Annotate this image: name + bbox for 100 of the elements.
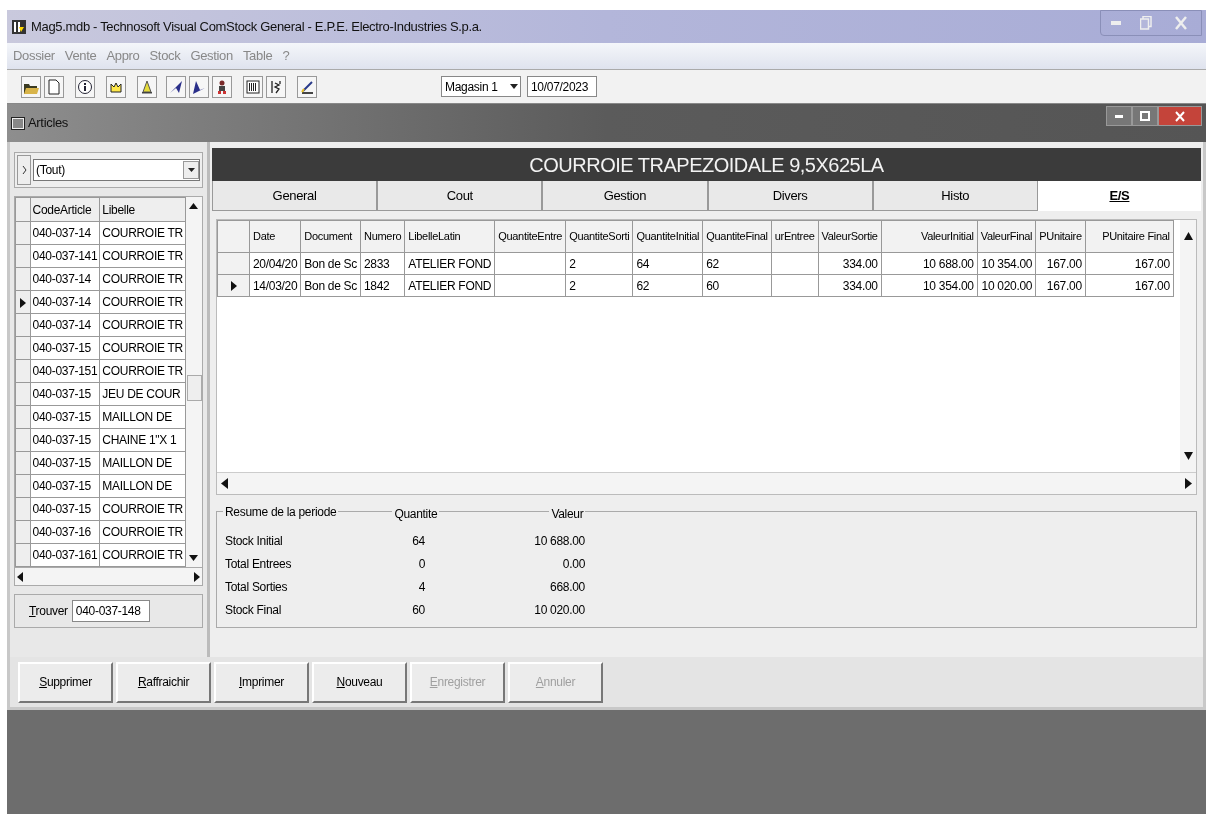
table-cell: 167.00: [1085, 274, 1174, 297]
value-amount: 10 688.00: [533, 532, 585, 550]
document-icon: [46, 78, 62, 95]
filter-dropdown[interactable]: (Tout): [33, 159, 200, 181]
table-cell: 10 354.00: [881, 274, 978, 297]
toolbar-button[interactable]: [212, 75, 232, 98]
table-cell: JEU DE COUR: [99, 382, 186, 406]
scroll-left-icon: [17, 571, 23, 582]
column-header[interactable]: QuantiteEntre: [494, 220, 566, 253]
column-header[interactable]: Libelle: [99, 197, 186, 222]
quantity-value: 64: [411, 532, 425, 550]
value-amount: 10 020.00: [533, 601, 585, 619]
table-cell: 167.00: [1035, 252, 1086, 275]
scroll-thumb[interactable]: [186, 375, 202, 401]
toolbar-button[interactable]: [21, 75, 41, 98]
table-cell: Bon de Sc: [300, 252, 361, 275]
column-header[interactable]: QuantiteSorti: [565, 220, 633, 253]
toolbar-button[interactable]: [266, 75, 286, 98]
table-cell: 040-037-15: [30, 474, 100, 498]
toolbar-button[interactable]: [243, 75, 263, 98]
table-cell: MAILLON DE: [99, 474, 186, 498]
tab[interactable]: General: [212, 181, 378, 211]
dropdown-arrow-icon: [510, 84, 518, 89]
horizontal-scrollbar[interactable]: [15, 567, 202, 585]
toolbar-button[interactable]: [189, 75, 209, 98]
table-cell: 040-037-161: [30, 543, 100, 567]
chevron-icon: [21, 166, 27, 174]
column-header[interactable]: QuantiteFinal: [702, 220, 772, 253]
toolbar-button[interactable]: [75, 75, 95, 98]
table-cell: COURROIE TR: [99, 221, 186, 245]
child-window-title: Articles: [28, 114, 69, 133]
row-pointer-icon: [230, 281, 237, 292]
column-header[interactable]: Numero: [360, 220, 405, 253]
articles-icon: [11, 116, 25, 130]
action-button[interactable]: Imprimer: [214, 661, 309, 703]
scroll-right-icon: [1185, 478, 1192, 489]
value-amount: 668.00: [549, 578, 585, 596]
quantity-value: 4: [417, 578, 425, 596]
column-header[interactable]: LibelleLatin: [404, 220, 495, 253]
action-button[interactable]: Supprimer: [18, 661, 113, 703]
action-button[interactable]: Raffraichir: [116, 661, 211, 703]
column-header[interactable]: ValeurFinal: [977, 220, 1036, 253]
scroll-up-icon: [1183, 232, 1193, 240]
table-cell: 040-037-15: [30, 336, 100, 360]
horizontal-scrollbar[interactable]: [217, 472, 1196, 494]
column-header[interactable]: ValeurInitial: [881, 220, 978, 253]
column-header[interactable]: Document: [300, 220, 361, 253]
action-button[interactable]: Nouveau: [312, 661, 407, 703]
toolbar-button[interactable]: [106, 75, 126, 98]
column-header[interactable]: PUnitaire Final: [1085, 220, 1174, 253]
tab[interactable]: E/S: [1037, 181, 1202, 211]
pen-icon: [299, 78, 315, 95]
scroll-up-icon: [189, 203, 199, 209]
table-cell: 040-037-15: [30, 405, 100, 429]
toolbar-button[interactable]: [297, 75, 317, 98]
dropdown-arrow-icon: [187, 168, 195, 172]
table-cell: ATELIER FOND: [404, 274, 495, 297]
table-cell: Bon de Sc: [300, 274, 361, 297]
table-cell: 040-037-16: [30, 520, 100, 544]
column-header[interactable]: CodeArticle: [30, 197, 100, 222]
value-amount: 0.00: [561, 555, 585, 573]
toolbar-button[interactable]: [137, 75, 157, 98]
store-dropdown[interactable]: Magasin 1: [441, 76, 521, 97]
table-cell: 62: [632, 274, 703, 297]
find-field[interactable]: 040-037-148: [71, 600, 150, 622]
table-cell: ATELIER FOND: [404, 252, 495, 275]
vertical-scrollbar[interactable]: [1180, 220, 1196, 472]
tab[interactable]: Histo: [872, 181, 1038, 211]
tab[interactable]: Gestion: [542, 181, 708, 211]
maximize-icon: [1140, 111, 1150, 121]
table-cell: MAILLON DE: [99, 451, 186, 475]
scroll-left-icon: [221, 478, 228, 489]
column-header[interactable]: ValeurSortie: [818, 220, 882, 253]
column-header[interactable]: QuantiteInitial: [632, 220, 703, 253]
table-cell: 2833: [360, 252, 405, 275]
table-cell: 040-037-15: [30, 382, 100, 406]
expand-button[interactable]: [17, 155, 31, 185]
column-header[interactable]: PUnitaire: [1035, 220, 1086, 253]
column-header[interactable]: urEntree: [771, 220, 819, 253]
maximize-button[interactable]: [1132, 106, 1158, 126]
table-cell: 20/04/20: [249, 252, 301, 275]
row-selector[interactable]: [217, 274, 250, 297]
column-header[interactable]: Date: [249, 220, 301, 253]
tab[interactable]: Divers: [707, 181, 873, 211]
header-cell: [217, 220, 250, 253]
toolbar-button[interactable]: [166, 75, 186, 98]
date-field[interactable]: 10/07/2023: [527, 76, 597, 97]
close-icon: [1175, 16, 1187, 30]
row-pointer-icon: [19, 297, 26, 308]
summary-label: Stock Final: [225, 601, 283, 619]
tab[interactable]: Cout: [377, 181, 543, 211]
row-selector[interactable]: [15, 290, 31, 314]
table-cell: 60: [702, 274, 772, 297]
table-cell: CHAINE 1"X 1: [99, 428, 186, 452]
table-cell: 167.00: [1035, 274, 1086, 297]
close-button[interactable]: [1158, 106, 1202, 126]
info-icon: [77, 78, 93, 95]
table-cell: 040-037-15: [30, 497, 100, 521]
minimize-button[interactable]: [1106, 106, 1132, 126]
table-cell: 334.00: [818, 274, 882, 297]
